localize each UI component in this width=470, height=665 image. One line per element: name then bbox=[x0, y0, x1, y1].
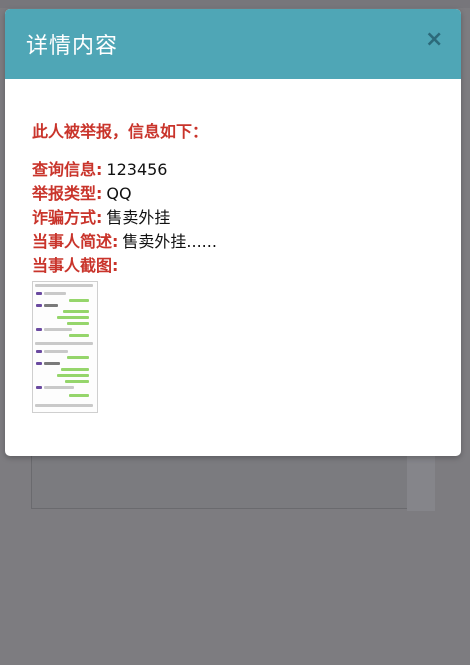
field-value: 123456 bbox=[106, 160, 168, 179]
chat-message bbox=[44, 328, 72, 331]
field-value: 售卖外挂 bbox=[106, 208, 171, 227]
chat-message bbox=[69, 394, 89, 397]
avatar bbox=[36, 350, 42, 353]
chat-message bbox=[44, 292, 66, 295]
avatar bbox=[36, 292, 42, 295]
field-label: 诈骗方式: bbox=[32, 208, 103, 227]
chat-message bbox=[69, 334, 89, 337]
field-report-type: 举报类型: QQ bbox=[32, 182, 461, 206]
field-query-info: 查询信息: 123456 bbox=[32, 158, 461, 182]
field-description: 当事人简述: 售卖外挂...... bbox=[32, 230, 461, 254]
background-page-top bbox=[0, 0, 470, 8]
background-textarea bbox=[31, 454, 409, 509]
chat-message bbox=[57, 374, 89, 377]
chat-message bbox=[44, 362, 60, 365]
field-label: 查询信息: bbox=[32, 160, 103, 179]
chat-message bbox=[63, 310, 89, 313]
evidence-screenshot-image[interactable] bbox=[32, 281, 98, 413]
chat-message bbox=[61, 368, 89, 371]
chat-message bbox=[44, 304, 58, 307]
close-icon[interactable]: × bbox=[425, 29, 443, 51]
field-fraud-method: 诈骗方式: 售卖外挂 bbox=[32, 206, 461, 230]
chat-message bbox=[44, 386, 74, 389]
avatar bbox=[36, 328, 42, 331]
detail-modal: 详情内容 × 此人被举报，信息如下： 查询信息: 123456 举报类型: QQ 诈… bbox=[5, 9, 461, 456]
field-label: 当事人截图: bbox=[32, 256, 119, 275]
field-label: 当事人简述: bbox=[32, 232, 119, 251]
chat-message bbox=[65, 380, 89, 383]
report-headline: 此人被举报，信息如下： bbox=[32, 122, 209, 141]
chat-message bbox=[57, 316, 89, 319]
chat-titlebar bbox=[35, 284, 93, 287]
avatar bbox=[36, 304, 42, 307]
modal-header: 详情内容 × bbox=[5, 9, 461, 79]
chat-message bbox=[67, 322, 89, 325]
avatar bbox=[36, 386, 42, 389]
background-scrollbar bbox=[407, 454, 435, 511]
chat-message bbox=[69, 299, 89, 302]
field-screenshot: 当事人截图: bbox=[32, 254, 461, 278]
chat-message bbox=[44, 350, 68, 353]
chat-input-bar bbox=[35, 404, 93, 407]
field-value: 售卖外挂...... bbox=[122, 232, 217, 251]
field-label: 举报类型: bbox=[32, 184, 103, 203]
chat-divider bbox=[35, 342, 93, 345]
chat-message bbox=[67, 356, 89, 359]
modal-body: 此人被举报，信息如下： 查询信息: 123456 举报类型: QQ 诈骗方式: 售卖外… bbox=[5, 118, 461, 413]
modal-title: 详情内容 bbox=[26, 34, 119, 59]
field-value: QQ bbox=[106, 184, 132, 203]
avatar bbox=[36, 362, 42, 365]
